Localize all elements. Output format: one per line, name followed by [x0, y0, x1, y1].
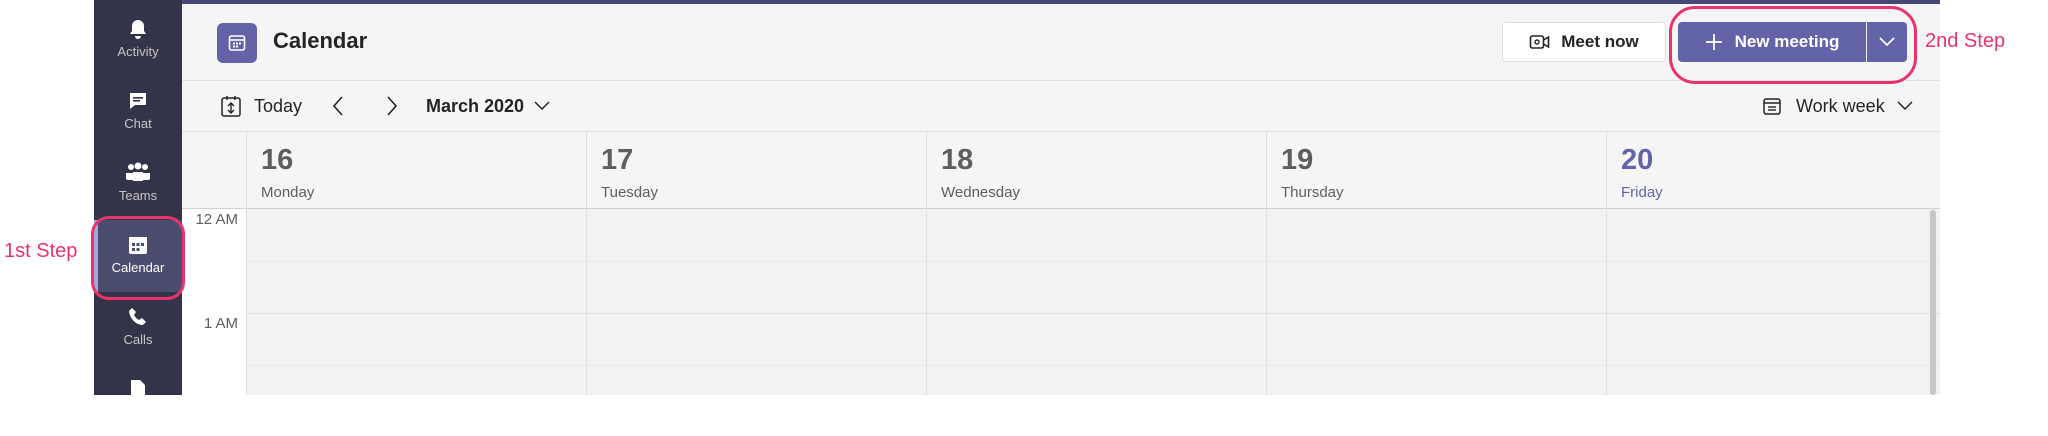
half-hour-line — [247, 261, 1940, 262]
day-header-monday[interactable]: 16 Monday — [247, 132, 586, 208]
day-header-wednesday[interactable]: 18 Wednesday — [927, 132, 1266, 208]
phone-icon — [129, 308, 146, 325]
rail-item-files[interactable] — [94, 364, 182, 436]
column-divider — [1606, 132, 1607, 395]
chevron-down-icon — [1897, 101, 1913, 111]
calendar-app-icon — [217, 23, 257, 63]
rail-item-calls[interactable]: Calls — [94, 292, 182, 364]
chevron-left-icon — [332, 96, 343, 116]
month-picker[interactable]: March 2020 — [426, 81, 550, 131]
day-number: 17 — [601, 144, 634, 176]
page-title: Calendar — [273, 28, 368, 53]
step1-annotation: 1st Step — [4, 240, 78, 262]
half-hour-line — [247, 365, 1940, 366]
previous-week-button[interactable] — [332, 81, 344, 131]
calendar-view-icon — [1763, 98, 1781, 115]
day-number: 16 — [261, 144, 294, 176]
day-number: 18 — [941, 144, 974, 176]
view-switcher[interactable]: Work week — [1762, 81, 1913, 131]
today-label: Today — [254, 95, 303, 116]
app-rail: Activity Chat Teams Calendar Calls — [94, 0, 182, 399]
day-header-thursday[interactable]: 19 Thursday — [1267, 132, 1606, 208]
day-name: Wednesday — [941, 184, 1020, 201]
chevron-right-icon — [387, 96, 398, 116]
column-divider — [926, 132, 927, 395]
step1-highlight — [91, 216, 185, 300]
calendar-today-icon — [221, 96, 241, 117]
meet-now-label: Meet now — [1561, 32, 1639, 51]
rail-item-label: Teams — [118, 188, 158, 203]
rail-item-label: Calls — [123, 332, 153, 347]
day-header-tuesday[interactable]: 17 Tuesday — [587, 132, 926, 208]
bell-icon — [130, 20, 146, 39]
day-number: 20 — [1621, 144, 1654, 176]
rail-item-teams[interactable]: Teams — [94, 148, 182, 220]
time-label: 1 AM — [203, 315, 238, 332]
time-label: 12 AM — [195, 211, 238, 228]
rail-item-chat[interactable]: Chat — [94, 76, 182, 148]
rail-item-label: Activity — [117, 44, 159, 59]
hour-line — [247, 313, 1940, 314]
chat-icon — [130, 93, 146, 109]
column-divider — [246, 132, 247, 395]
day-header-friday[interactable]: 20 Friday — [1607, 132, 1937, 208]
day-name: Tuesday — [601, 184, 658, 201]
day-name: Friday — [1621, 184, 1663, 201]
column-divider — [586, 132, 587, 395]
rail-item-activity[interactable]: Activity — [94, 4, 182, 76]
time-grid[interactable] — [247, 209, 1940, 395]
vertical-scrollbar[interactable] — [1930, 210, 1936, 395]
files-icon — [131, 380, 145, 399]
today-button[interactable]: Today — [220, 81, 302, 131]
day-number: 19 — [1281, 144, 1314, 176]
column-divider — [1266, 132, 1267, 395]
rail-item-label: Chat — [124, 116, 152, 131]
step2-annotation: 2nd Step — [1925, 30, 2006, 52]
month-label: March 2020 — [426, 95, 525, 116]
day-name: Thursday — [1281, 184, 1344, 201]
view-label: Work week — [1796, 95, 1885, 116]
day-name: Monday — [261, 184, 315, 201]
step2-highlight — [1669, 6, 1917, 84]
meet-now-button[interactable]: Meet now — [1502, 22, 1666, 62]
chevron-down-icon — [534, 101, 550, 111]
next-week-button[interactable] — [386, 81, 398, 131]
video-camera-icon — [1529, 35, 1550, 49]
teams-icon — [126, 162, 150, 181]
